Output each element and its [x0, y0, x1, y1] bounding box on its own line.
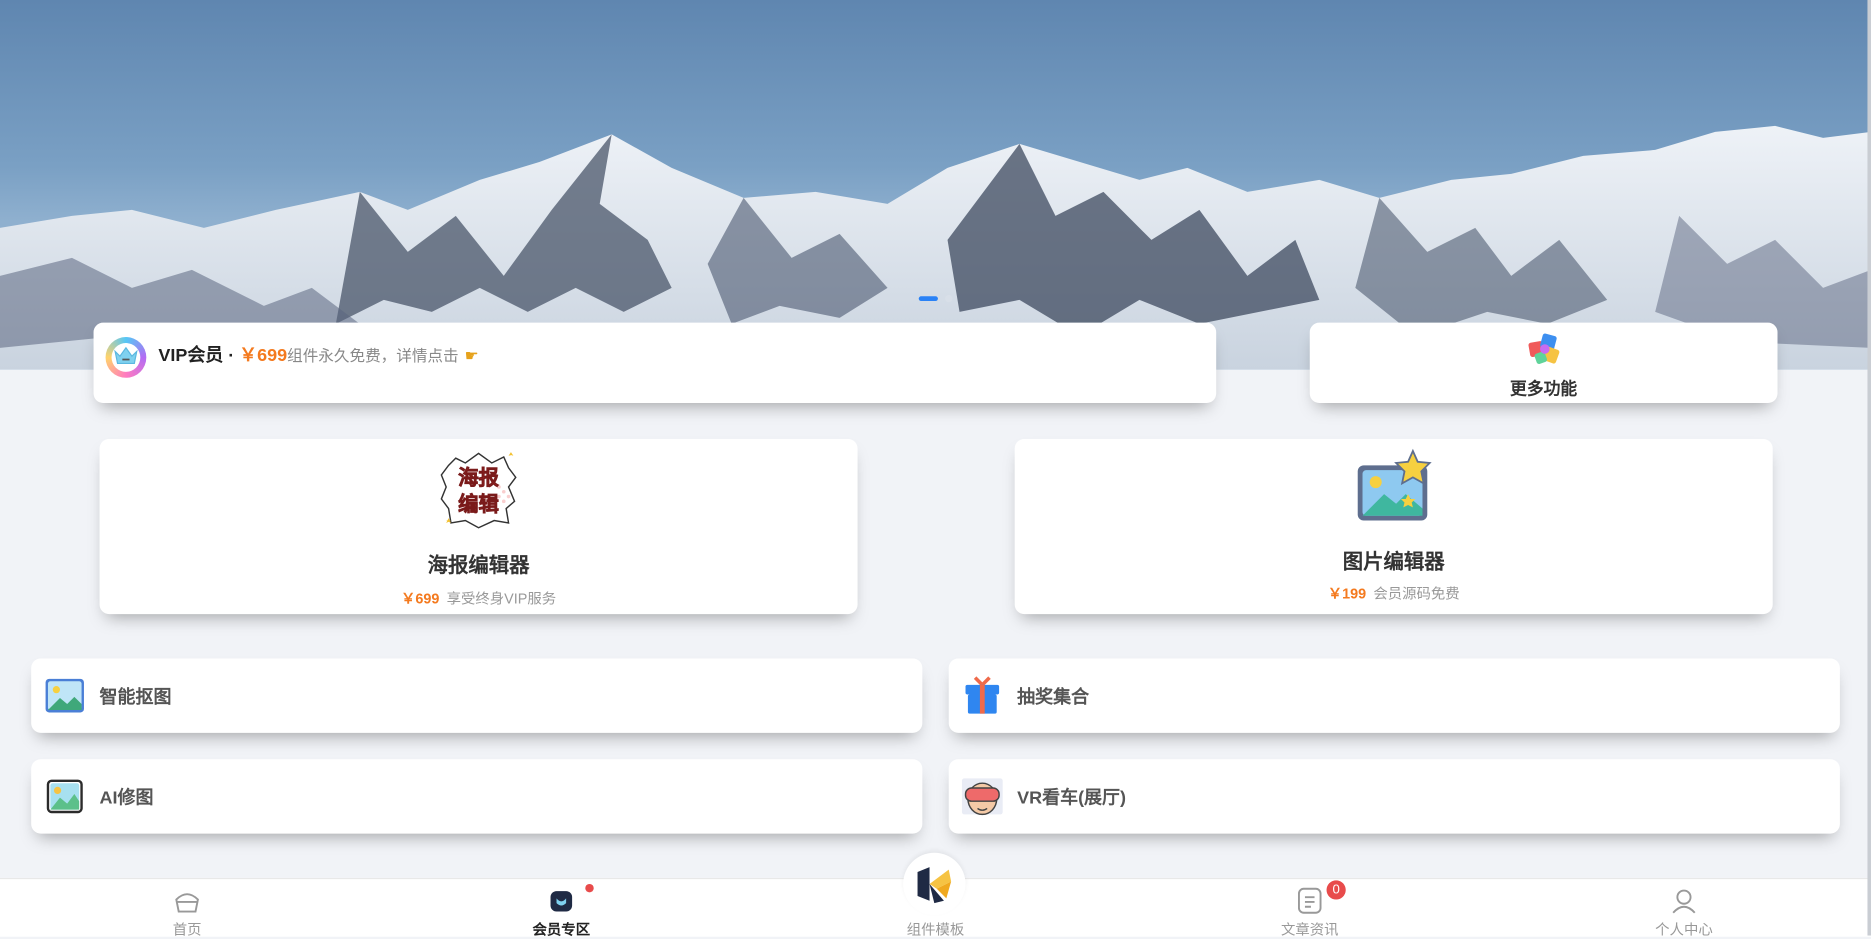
carousel-dot[interactable]	[945, 295, 953, 303]
more-functions-card[interactable]: 更多功能	[1309, 322, 1778, 403]
tab-label: 组件模板	[906, 921, 965, 938]
carousel-dot-active[interactable]	[918, 296, 938, 302]
tab-member-zone[interactable]: 会员专区	[489, 879, 633, 938]
tab-articles[interactable]: 0 文章资讯	[1238, 879, 1382, 938]
article-count-badge: 0	[1326, 880, 1346, 900]
list-item-label: 智能抠图	[99, 687, 172, 708]
scrollbar[interactable]	[1867, 0, 1871, 936]
puzzle-icon	[1528, 333, 1560, 365]
tab-label: 文章资讯	[1280, 921, 1339, 938]
poster-icon-text-1: 海报	[458, 466, 499, 490]
carousel-indicator[interactable]	[918, 295, 953, 303]
image-editor-subtitle: ￥199 会员源码免费	[1015, 583, 1773, 603]
k-logo-icon	[917, 867, 952, 904]
list-item-label: AI修图	[99, 788, 154, 809]
image-editor-title: 图片编辑器	[1342, 550, 1445, 574]
list-item-smart-cutout[interactable]: 智能抠图	[31, 658, 923, 733]
banner-carousel[interactable]	[0, 0, 1871, 370]
tab-label: 会员专区	[532, 921, 591, 938]
list-item-vr-showroom[interactable]: VR看车(展厅)	[948, 759, 1840, 834]
list-item-label: VR看车(展厅)	[1017, 788, 1127, 809]
pointing-hand-icon[interactable]: ☛	[465, 347, 479, 366]
poster-editor-subtitle: ￥699 享受终身VIP服务	[100, 588, 858, 608]
image-editor-card[interactable]: 图片编辑器 ￥199 会员源码免费	[1014, 438, 1773, 615]
image-editor-desc: 会员源码免费	[1373, 585, 1460, 603]
list-item-lottery[interactable]: 抽奖集合	[948, 658, 1840, 733]
tab-home[interactable]: 首页	[115, 879, 259, 938]
image-editor-icon	[1357, 448, 1432, 521]
article-icon	[1297, 887, 1322, 914]
landscape-photo-icon	[46, 779, 83, 814]
poster-editor-title: 海报编辑器	[427, 554, 530, 577]
tab-profile[interactable]: 个人中心	[1612, 879, 1756, 938]
tab-label: 首页	[172, 921, 202, 938]
list-item-ai-retouch[interactable]: AI修图	[31, 759, 923, 834]
member-icon	[550, 891, 573, 912]
mountain-banner-image	[0, 125, 1871, 370]
home-icon	[175, 893, 199, 913]
more-functions-label: 更多功能	[1510, 379, 1578, 399]
poster-editor-card[interactable]: 海报 编辑 海报编辑器 ￥699 享受终身VIP服务	[99, 438, 858, 615]
poster-icon-text-2: 编辑	[458, 492, 499, 516]
picture-icon	[45, 678, 84, 713]
notification-dot	[585, 883, 594, 893]
vip-price: ￥699	[239, 345, 288, 366]
crown-icon	[114, 346, 138, 365]
image-editor-price: ￥199	[1327, 585, 1367, 603]
vip-title: VIP会员 ·	[158, 345, 235, 366]
vr-headset-icon	[961, 778, 1003, 816]
app-root: VIP会员 · ￥699 组件永久免费，详情点击 ☛ 更多功能 海报 编辑 海报…	[0, 0, 1871, 938]
gift-icon	[965, 676, 1000, 714]
user-icon	[1672, 889, 1696, 914]
vip-description: 组件永久免费，详情点击	[287, 346, 459, 365]
list-item-label: 抽奖集合	[1017, 687, 1090, 708]
vip-membership-bar[interactable]: VIP会员 · ￥699 组件永久免费，详情点击 ☛	[93, 322, 1217, 403]
poster-editor-desc: 享受终身VIP服务	[446, 590, 557, 607]
tab-label: 个人中心	[1655, 921, 1713, 938]
center-logo-button[interactable]	[903, 852, 966, 916]
poster-icon: 海报 编辑	[440, 452, 517, 529]
poster-editor-price: ￥699	[400, 590, 440, 607]
